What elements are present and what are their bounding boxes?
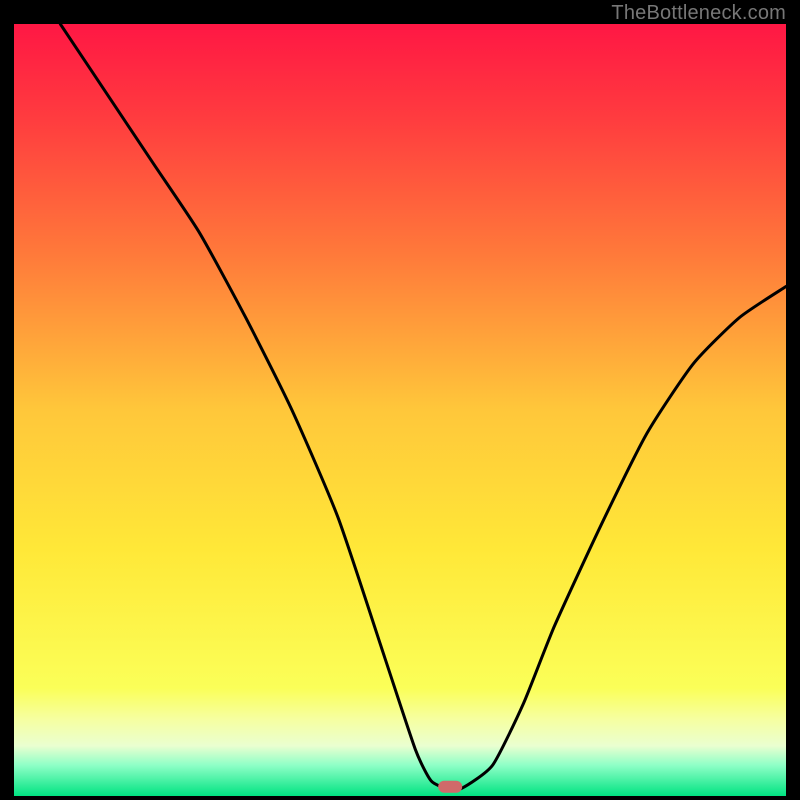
bottleneck-chart xyxy=(14,24,786,796)
optimal-marker xyxy=(438,781,462,793)
watermark-text: TheBottleneck.com xyxy=(611,2,786,25)
chart-frame xyxy=(14,24,786,796)
gradient-background xyxy=(14,24,786,796)
